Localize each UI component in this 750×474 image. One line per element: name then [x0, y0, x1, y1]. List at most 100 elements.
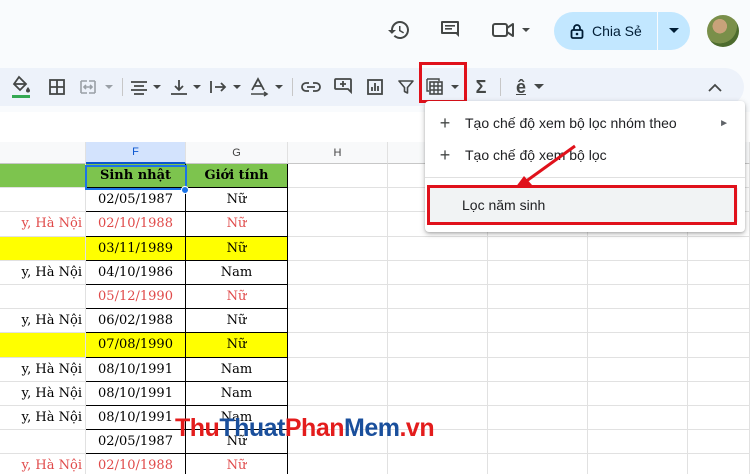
- menu-item-create-group-filter-view[interactable]: + Tạo chế độ xem bộ lọc nhóm theo ►: [425, 107, 745, 139]
- table-cell-f[interactable]: 08/10/1991: [86, 406, 186, 431]
- table-cell-g[interactable]: Nam: [186, 357, 288, 382]
- vertical-align-icon[interactable]: [168, 72, 204, 102]
- empty-cell[interactable]: [588, 236, 688, 261]
- table-cell-e[interactable]: [0, 236, 86, 261]
- table-cell-g[interactable]: Nữ: [186, 454, 288, 474]
- empty-cell[interactable]: [588, 285, 688, 310]
- share-main[interactable]: Chia Sẻ: [554, 12, 658, 50]
- text-rotation-icon[interactable]: [248, 72, 286, 102]
- chart-icon[interactable]: [362, 72, 388, 102]
- empty-cell[interactable]: [388, 454, 488, 474]
- comment-add-icon[interactable]: [330, 72, 356, 102]
- empty-cell[interactable]: [388, 333, 488, 358]
- table-cell-f[interactable]: 06/02/1988: [86, 309, 186, 334]
- column-header-h[interactable]: H: [288, 142, 388, 164]
- empty-cell[interactable]: [488, 285, 588, 310]
- filter-icon[interactable]: [394, 72, 418, 102]
- table-cell-g[interactable]: Nữ: [186, 333, 288, 358]
- functions-icon[interactable]: Σ: [470, 72, 492, 102]
- merge-cells-icon[interactable]: [78, 72, 118, 102]
- empty-cell[interactable]: [488, 309, 588, 334]
- empty-cell[interactable]: [688, 260, 750, 285]
- empty-cell[interactable]: [588, 430, 688, 455]
- empty-cell[interactable]: [388, 309, 488, 334]
- empty-cell[interactable]: [488, 260, 588, 285]
- table-cell-f[interactable]: 08/10/1991: [86, 381, 186, 406]
- input-tools-icon[interactable]: ê: [510, 72, 550, 102]
- table-cell-f[interactable]: 05/12/1990: [86, 285, 186, 310]
- empty-cell[interactable]: [688, 236, 750, 261]
- empty-cell[interactable]: [588, 333, 688, 358]
- column-header-g[interactable]: G: [186, 142, 288, 164]
- empty-cell[interactable]: [288, 164, 388, 189]
- empty-cell[interactable]: [488, 406, 588, 431]
- collapse-icon[interactable]: [702, 72, 728, 102]
- table-cell-g[interactable]: Nữ: [186, 188, 288, 213]
- empty-cell[interactable]: [588, 381, 688, 406]
- empty-cell[interactable]: [588, 260, 688, 285]
- comment-icon[interactable]: [437, 17, 463, 43]
- text-wrap-icon[interactable]: [208, 72, 244, 102]
- empty-cell[interactable]: [288, 454, 388, 474]
- empty-cell[interactable]: [588, 454, 688, 474]
- empty-cell[interactable]: [688, 333, 750, 358]
- empty-cell[interactable]: [288, 188, 388, 213]
- empty-cell[interactable]: [488, 381, 588, 406]
- table-cell-g[interactable]: Nam: [186, 260, 288, 285]
- empty-cell[interactable]: [288, 236, 388, 261]
- avatar[interactable]: [707, 15, 739, 47]
- empty-cell[interactable]: [488, 430, 588, 455]
- empty-cell[interactable]: [488, 236, 588, 261]
- empty-cell[interactable]: [688, 454, 750, 474]
- borders-icon[interactable]: [44, 72, 70, 102]
- align-icon[interactable]: [128, 72, 164, 102]
- table-cell-g[interactable]: Nam: [186, 381, 288, 406]
- empty-cell[interactable]: [588, 357, 688, 382]
- table-cell-g[interactable]: Nữ: [186, 212, 288, 237]
- empty-cell[interactable]: [388, 381, 488, 406]
- table-cell-f[interactable]: 08/10/1991: [86, 357, 186, 382]
- header-cell-e[interactable]: [0, 164, 86, 189]
- empty-cell[interactable]: [288, 260, 388, 285]
- share-button[interactable]: Chia Sẻ: [554, 12, 690, 50]
- empty-cell[interactable]: [488, 454, 588, 474]
- table-cell-f[interactable]: 02/05/1987: [86, 430, 186, 455]
- table-cell-g[interactable]: Nữ: [186, 236, 288, 261]
- table-cell-f[interactable]: 04/10/1986: [86, 260, 186, 285]
- empty-cell[interactable]: [688, 430, 750, 455]
- empty-cell[interactable]: [388, 357, 488, 382]
- empty-cell[interactable]: [288, 357, 388, 382]
- table-cell-e[interactable]: [0, 430, 86, 455]
- empty-cell[interactable]: [388, 285, 488, 310]
- header-cell-gender[interactable]: Giới tính: [186, 164, 288, 189]
- empty-cell[interactable]: [288, 381, 388, 406]
- table-cell-e[interactable]: y, Hà Nội: [0, 357, 86, 382]
- table-cell-e[interactable]: y, Hà Nội: [0, 260, 86, 285]
- table-cell-e[interactable]: y, Hà Nội: [0, 309, 86, 334]
- empty-cell[interactable]: [588, 309, 688, 334]
- empty-cell[interactable]: [588, 406, 688, 431]
- table-cell-e[interactable]: [0, 188, 86, 213]
- meet-icon[interactable]: [490, 17, 534, 43]
- table-cell-g[interactable]: Nữ: [186, 285, 288, 310]
- empty-cell[interactable]: [488, 333, 588, 358]
- table-cell-e[interactable]: y, Hà Nội: [0, 381, 86, 406]
- table-cell-e[interactable]: [0, 285, 86, 310]
- selection-handle[interactable]: [181, 186, 189, 194]
- empty-cell[interactable]: [388, 236, 488, 261]
- fill-color-icon[interactable]: [8, 72, 34, 102]
- empty-cell[interactable]: [688, 309, 750, 334]
- table-cell-f[interactable]: 02/10/1988: [86, 454, 186, 474]
- empty-cell[interactable]: [388, 260, 488, 285]
- column-header-f[interactable]: F: [86, 142, 186, 164]
- menu-item-create-filter-view[interactable]: + Tạo chế độ xem bộ lọc: [425, 139, 745, 171]
- empty-cell[interactable]: [688, 357, 750, 382]
- table-cell-f[interactable]: 02/05/1987: [86, 188, 186, 213]
- table-cell-g[interactable]: Nữ: [186, 309, 288, 334]
- table-cell-e[interactable]: [0, 333, 86, 358]
- empty-cell[interactable]: [688, 406, 750, 431]
- table-cell-e[interactable]: y, Hà Nội: [0, 454, 86, 474]
- empty-cell[interactable]: [288, 333, 388, 358]
- link-icon[interactable]: [298, 72, 324, 102]
- empty-cell[interactable]: [288, 309, 388, 334]
